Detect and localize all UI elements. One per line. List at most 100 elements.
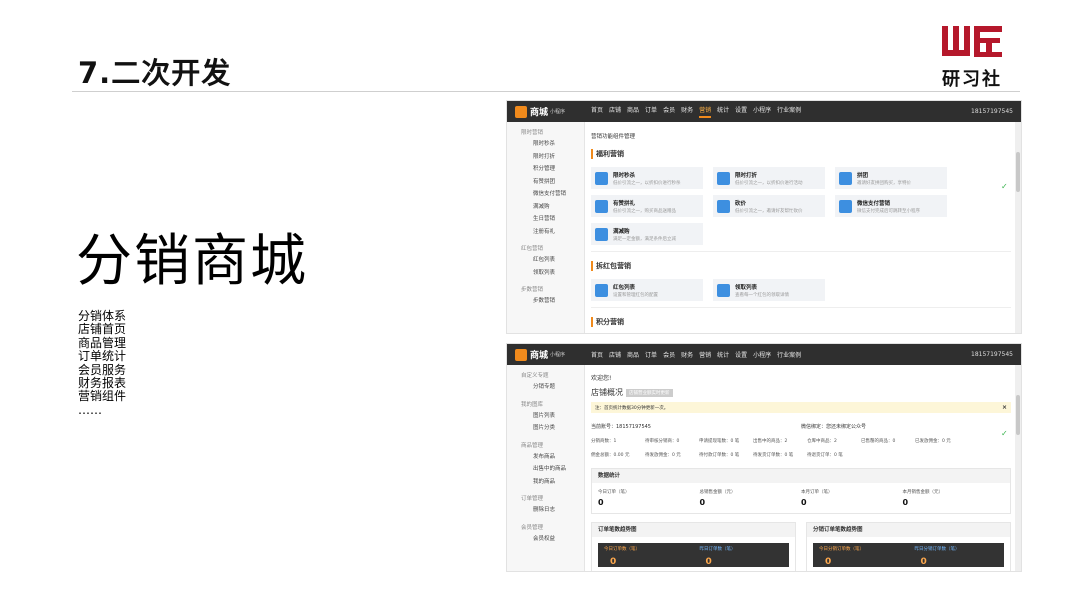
main-content: 营销功能组件管理 福利营销 限时秒杀 低价引流之一，以折扣价进行秒杀 限时打折 低价… xyxy=(591,122,1011,333)
app-topbar: 商城 小程序 首页 店铺 商品 订单 会员 财务 营销 统计 设置 小程序 行业… xyxy=(507,101,1021,122)
sidebar-item[interactable]: 满减购 xyxy=(507,201,584,214)
nav-item-marketing[interactable]: 营销 xyxy=(699,105,712,118)
data-stats-panel: 数据统计 今日订单（笔） 0 总销售金额（元） 0 本月订单（笔） 0 本月销售金额（… xyxy=(591,468,1011,514)
sidebar-item[interactable]: 我的商品 xyxy=(507,476,584,489)
stat-value: 0 xyxy=(920,557,927,567)
section-title: 积分营销 xyxy=(591,317,1011,327)
nav-item-store[interactable]: 店铺 xyxy=(609,350,621,359)
nav-item-miniprogram[interactable]: 小程序 xyxy=(753,350,771,359)
sidebar-item[interactable]: 限时打折 xyxy=(507,151,584,164)
account-phone[interactable]: 18157197545 xyxy=(971,351,1013,358)
sidebar-item[interactable]: 注册有礼 xyxy=(507,226,584,239)
scrollbar[interactable] xyxy=(1015,365,1021,571)
sidebar-item[interactable]: 领取列表 xyxy=(507,267,584,280)
stat-item: 已发放佣金：0 元 xyxy=(915,439,951,444)
stat-item: 已售罄的商品：0 xyxy=(861,439,896,444)
nav-item-orders[interactable]: 订单 xyxy=(645,350,657,359)
card-icon xyxy=(717,171,730,185)
sidebar-item[interactable]: 有赞拼团 xyxy=(507,176,584,189)
check-icon: ✓ xyxy=(1001,429,1008,438)
logo-text: 研习社 xyxy=(942,69,1002,90)
nav-item-miniprogram[interactable]: 小程序 xyxy=(753,105,771,118)
card-icon xyxy=(595,227,608,241)
close-icon[interactable]: × xyxy=(1002,404,1007,411)
sidebar-group-head: 红包营销 xyxy=(521,246,544,252)
scrollbar[interactable] xyxy=(1015,122,1021,333)
card-desc: 满足一定金额，满足条件后立减 xyxy=(613,236,676,242)
overview-tag: 店铺营业额实时更新 xyxy=(626,388,673,397)
divider xyxy=(591,251,1011,252)
nav-item-goods[interactable]: 商品 xyxy=(627,105,639,118)
nav-item-cases[interactable]: 行业案例 xyxy=(777,105,801,118)
overview-title: 店铺概况 店铺营业额实时更新 xyxy=(591,387,1011,398)
nav-item-store[interactable]: 店铺 xyxy=(609,105,621,118)
feature-card[interactable]: 有赞拼礼 低价引流之一，购买商品送赠品 xyxy=(591,195,703,217)
app-brand[interactable]: 商城 小程序 xyxy=(507,348,587,361)
card-icon xyxy=(717,199,730,213)
sidebar-item[interactable]: 生日营销 xyxy=(507,213,584,226)
nav-item-stats[interactable]: 统计 xyxy=(717,105,729,118)
feature-card[interactable]: 砍价 低价引流之一，邀请好友帮忙砍价 xyxy=(713,195,825,217)
slide-title: 7.二次开发 xyxy=(78,56,232,90)
sidebar-item[interactable]: 出售中的商品 xyxy=(507,463,584,476)
app-brand[interactable]: 商城 小程序 xyxy=(507,105,587,118)
sidebar-item[interactable]: 删除日志 xyxy=(507,504,584,517)
sidebar-item[interactable]: 步数营销 xyxy=(507,295,584,308)
sidebar-item[interactable]: 限时秒杀 xyxy=(507,138,584,151)
card-icon xyxy=(595,199,608,213)
stat-label: 昨日分销订单数（笔） xyxy=(914,547,960,552)
card-desc: 设置和管理红包的配置 xyxy=(613,292,658,298)
scroll-thumb[interactable] xyxy=(1016,395,1020,435)
sidebar-group-head: 订单管理 xyxy=(521,496,544,502)
feature-card[interactable]: 满减购 满足一定金额，满足条件后立减 xyxy=(591,223,703,245)
scroll-thumb[interactable] xyxy=(1016,152,1020,192)
nav-item-finance[interactable]: 财务 xyxy=(681,105,693,118)
nav-item-finance[interactable]: 财务 xyxy=(681,350,693,359)
nav-item-members[interactable]: 会员 xyxy=(663,350,675,359)
sidebar-group-head: 限时营销 xyxy=(521,130,544,136)
card-desc: 低价引流之一，购买商品送赠品 xyxy=(613,208,676,214)
stat-item: 待审核分销商：0 xyxy=(645,439,680,444)
sidebar-item[interactable]: 积分管理 xyxy=(507,163,584,176)
sidebar-group-head: 自定义专题 xyxy=(521,373,549,379)
stat-value: 0 xyxy=(598,498,604,507)
sidebar-item[interactable]: 发布商品 xyxy=(507,451,584,464)
nav-item-stats[interactable]: 统计 xyxy=(717,350,729,359)
stat-item: 分销商数：1 xyxy=(591,439,617,444)
nav-item-settings[interactable]: 设置 xyxy=(735,105,747,118)
sidebar-item[interactable]: 红包列表 xyxy=(507,254,584,267)
nav-item-orders[interactable]: 订单 xyxy=(645,105,657,118)
card-title: 领取列表 xyxy=(735,284,758,291)
nav-item-cases[interactable]: 行业案例 xyxy=(777,350,801,359)
card-icon xyxy=(595,283,608,297)
feature-card[interactable]: 红包列表 设置和管理红包的配置 xyxy=(591,279,703,301)
sidebar-item[interactable]: 微信支付营销 xyxy=(507,188,584,201)
feature-card[interactable]: 领取列表 查看每一个红包的领取详情 xyxy=(713,279,825,301)
stat-value: 0 xyxy=(610,557,617,567)
section-heading: 分销商城 xyxy=(76,229,308,294)
feature-card[interactable]: 拼团 邀请好友拼团购买，享特价 xyxy=(835,167,947,189)
nav-item-home[interactable]: 首页 xyxy=(591,105,603,118)
sidebar-item[interactable]: 图片列表 xyxy=(507,410,584,423)
stat-label: 本月订单（笔） xyxy=(801,490,833,495)
feature-card[interactable]: 微信支付营销 微信支付完成后可跳转至小程序 xyxy=(835,195,947,217)
card-title: 拼团 xyxy=(857,172,869,179)
feature-card[interactable]: 限时秒杀 低价引流之一，以折扣价进行秒杀 xyxy=(591,167,703,189)
feature-card[interactable]: 限时打折 低价引流之一，以折扣价进行活动 xyxy=(713,167,825,189)
sidebar-item[interactable]: 会员权益 xyxy=(507,533,584,546)
nav-item-settings[interactable]: 设置 xyxy=(735,350,747,359)
sidebar-item[interactable]: 分销专题 xyxy=(507,381,584,394)
sidebar-item[interactable]: 图片分类 xyxy=(507,422,584,435)
nav-item-members[interactable]: 会员 xyxy=(663,105,675,118)
stat-item: 待退货订单：0 笔 xyxy=(807,453,843,458)
nav-item-marketing[interactable]: 营销 xyxy=(699,350,711,359)
check-icon: ✓ xyxy=(1001,182,1008,191)
top-nav: 首页 店铺 商品 订单 会员 财务 营销 统计 设置 小程序 行业案例 xyxy=(591,105,801,118)
card-desc: 邀请好友拼团购买，享特价 xyxy=(857,180,911,186)
nav-item-home[interactable]: 首页 xyxy=(591,350,603,359)
account-phone[interactable]: 18157197545 xyxy=(971,108,1013,115)
wechat-label[interactable]: 微信绑定：您还未绑定公众号 xyxy=(801,423,1011,430)
nav-item-goods[interactable]: 商品 xyxy=(627,350,639,359)
card-title: 有赞拼礼 xyxy=(613,200,636,207)
card-grid: 红包列表 设置和管理红包的配置 领取列表 查看每一个红包的领取详情 xyxy=(591,279,1011,301)
